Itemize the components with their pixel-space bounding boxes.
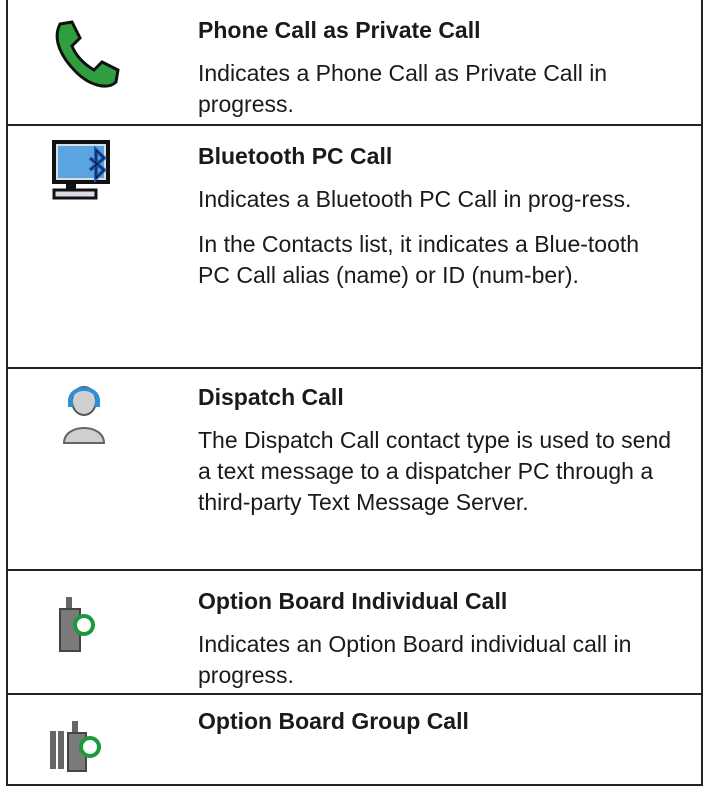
option-board-individual-icon — [46, 589, 124, 659]
row-title: Phone Call as Private Call — [198, 17, 481, 43]
table-row: Option Board Individual Call Indicates a… — [8, 571, 701, 695]
table-row: Phone Call as Private Call Indicates a P… — [8, 0, 701, 126]
row-description: Indicates an Option Board individual cal… — [198, 631, 632, 688]
row-description: The Dispatch Call contact type is used t… — [198, 427, 672, 515]
dispatcher-icon — [46, 381, 124, 451]
row-description: Indicates a Bluetooth PC Call in prog-re… — [198, 186, 632, 212]
option-board-group-icon — [46, 715, 124, 785]
bluetooth-pc-icon — [46, 136, 124, 206]
row-title: Option Board Group Call — [198, 708, 469, 734]
row-title: Dispatch Call — [198, 384, 344, 410]
phone-icon — [46, 20, 124, 90]
row-description: Indicates a Phone Call as Private Call i… — [198, 60, 608, 117]
icon-table: Phone Call as Private Call Indicates a P… — [6, 0, 703, 786]
row-title: Option Board Individual Call — [198, 588, 508, 614]
table-row: Bluetooth PC Call Indicates a Bluetooth … — [8, 126, 701, 369]
table-row: Option Board Group Call — [8, 695, 701, 786]
row-title: Bluetooth PC Call — [198, 143, 393, 169]
table-row: Dispatch Call The Dispatch Call contact … — [8, 369, 701, 571]
row-description: In the Contacts list, it indicates a Blu… — [198, 231, 640, 288]
